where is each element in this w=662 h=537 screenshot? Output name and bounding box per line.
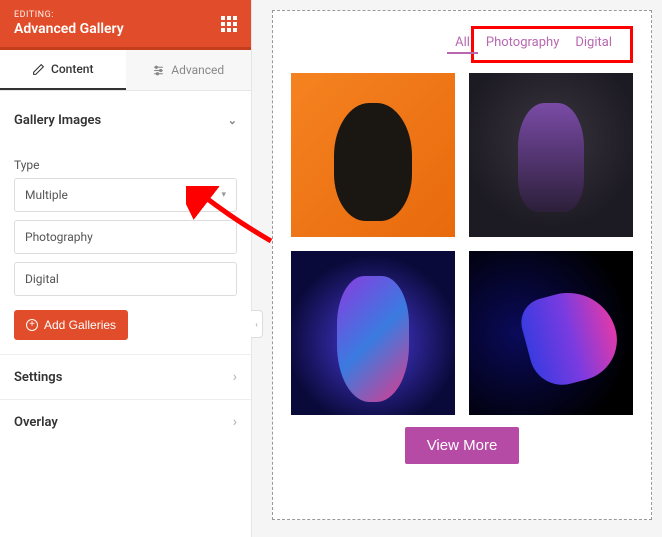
- gallery-field-label: Photography: [25, 230, 93, 244]
- type-value: Multiple: [25, 188, 68, 202]
- gallery-widget: All Photography Digital View More: [272, 10, 652, 520]
- settings-label: Settings: [14, 370, 62, 385]
- gallery-field-digital[interactable]: Digital: [14, 262, 237, 296]
- section-head-gallery[interactable]: Gallery Images ⌄: [14, 107, 237, 134]
- editing-label: EDITING:: [14, 10, 124, 20]
- tab-content-label: Content: [51, 62, 93, 76]
- accordion-settings[interactable]: Settings ›: [0, 354, 251, 399]
- gallery-field-photography[interactable]: Photography: [14, 220, 237, 254]
- widget-title: Advanced Gallery: [14, 21, 124, 37]
- filter-all[interactable]: All: [447, 33, 478, 54]
- tab-advanced[interactable]: Advanced: [126, 50, 252, 90]
- pencil-icon: [32, 63, 45, 76]
- chevron-right-icon: ›: [233, 414, 237, 430]
- caret-down-icon: ▾: [221, 190, 226, 200]
- filter-tabs-highlight: All Photography Digital: [471, 26, 633, 63]
- gallery-field-label: Digital: [25, 272, 59, 286]
- gallery-thumb[interactable]: [291, 73, 455, 237]
- gallery-heading: Gallery Images: [14, 113, 101, 128]
- chevron-right-icon: ›: [233, 369, 237, 385]
- plus-circle-icon: +: [26, 319, 38, 331]
- gallery-thumb[interactable]: [469, 73, 633, 237]
- add-galleries-label: Add Galleries: [44, 318, 116, 332]
- accordion-overlay[interactable]: Overlay ›: [0, 399, 251, 444]
- sidebar-panel: EDITING: Advanced Gallery Content Advanc…: [0, 0, 252, 537]
- type-select[interactable]: Multiple ▾: [14, 178, 237, 212]
- overlay-label: Overlay: [14, 415, 58, 430]
- gallery-thumb[interactable]: [469, 251, 633, 415]
- chevron-down-icon: ⌄: [228, 114, 237, 127]
- add-galleries-button[interactable]: + Add Galleries: [14, 310, 128, 340]
- filter-digital[interactable]: Digital: [567, 33, 620, 54]
- panel-tabs: Content Advanced: [0, 50, 251, 91]
- panel-header: EDITING: Advanced Gallery: [0, 0, 251, 50]
- tab-advanced-label: Advanced: [171, 63, 224, 77]
- gallery-thumb[interactable]: [291, 251, 455, 415]
- type-label: Type: [14, 158, 237, 172]
- view-more-button[interactable]: View More: [405, 427, 520, 464]
- gallery-grid: [291, 73, 633, 415]
- section-gallery-images: Gallery Images ⌄: [0, 91, 251, 142]
- preview-area: All Photography Digital View More: [252, 0, 662, 537]
- tab-content[interactable]: Content: [0, 50, 126, 90]
- apps-grid-icon[interactable]: [221, 16, 237, 32]
- filter-photography[interactable]: Photography: [478, 33, 567, 54]
- sliders-icon: [152, 64, 165, 77]
